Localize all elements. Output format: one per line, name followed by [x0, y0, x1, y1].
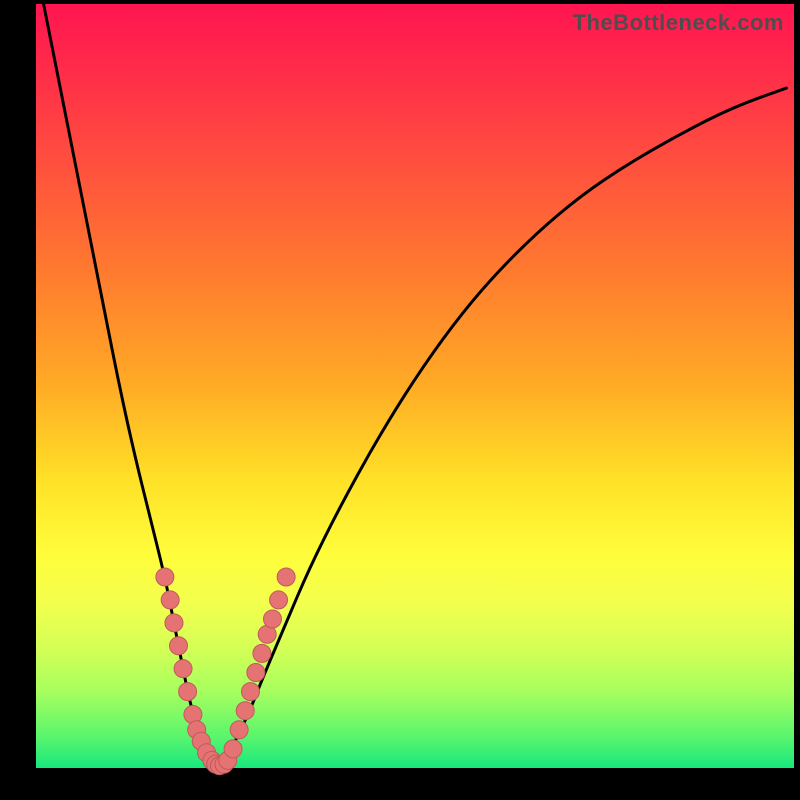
- marker-point: [236, 702, 254, 720]
- marker-point: [224, 740, 242, 758]
- marker-point: [161, 591, 179, 609]
- marker-point: [174, 660, 192, 678]
- marker-point: [156, 568, 174, 586]
- chart-svg: [36, 4, 794, 768]
- marker-point: [242, 683, 260, 701]
- marker-point: [270, 591, 288, 609]
- marker-point: [277, 568, 295, 586]
- marker-point: [170, 637, 188, 655]
- marker-point: [179, 683, 197, 701]
- chart-frame: TheBottleneck.com: [0, 0, 800, 800]
- marker-point: [230, 721, 248, 739]
- marker-point: [264, 610, 282, 628]
- bottleneck-curve: [44, 4, 787, 766]
- marker-point: [165, 614, 183, 632]
- marker-point: [247, 664, 265, 682]
- highlight-markers: [156, 568, 295, 775]
- plot-area: TheBottleneck.com: [36, 4, 794, 768]
- marker-point: [253, 644, 271, 662]
